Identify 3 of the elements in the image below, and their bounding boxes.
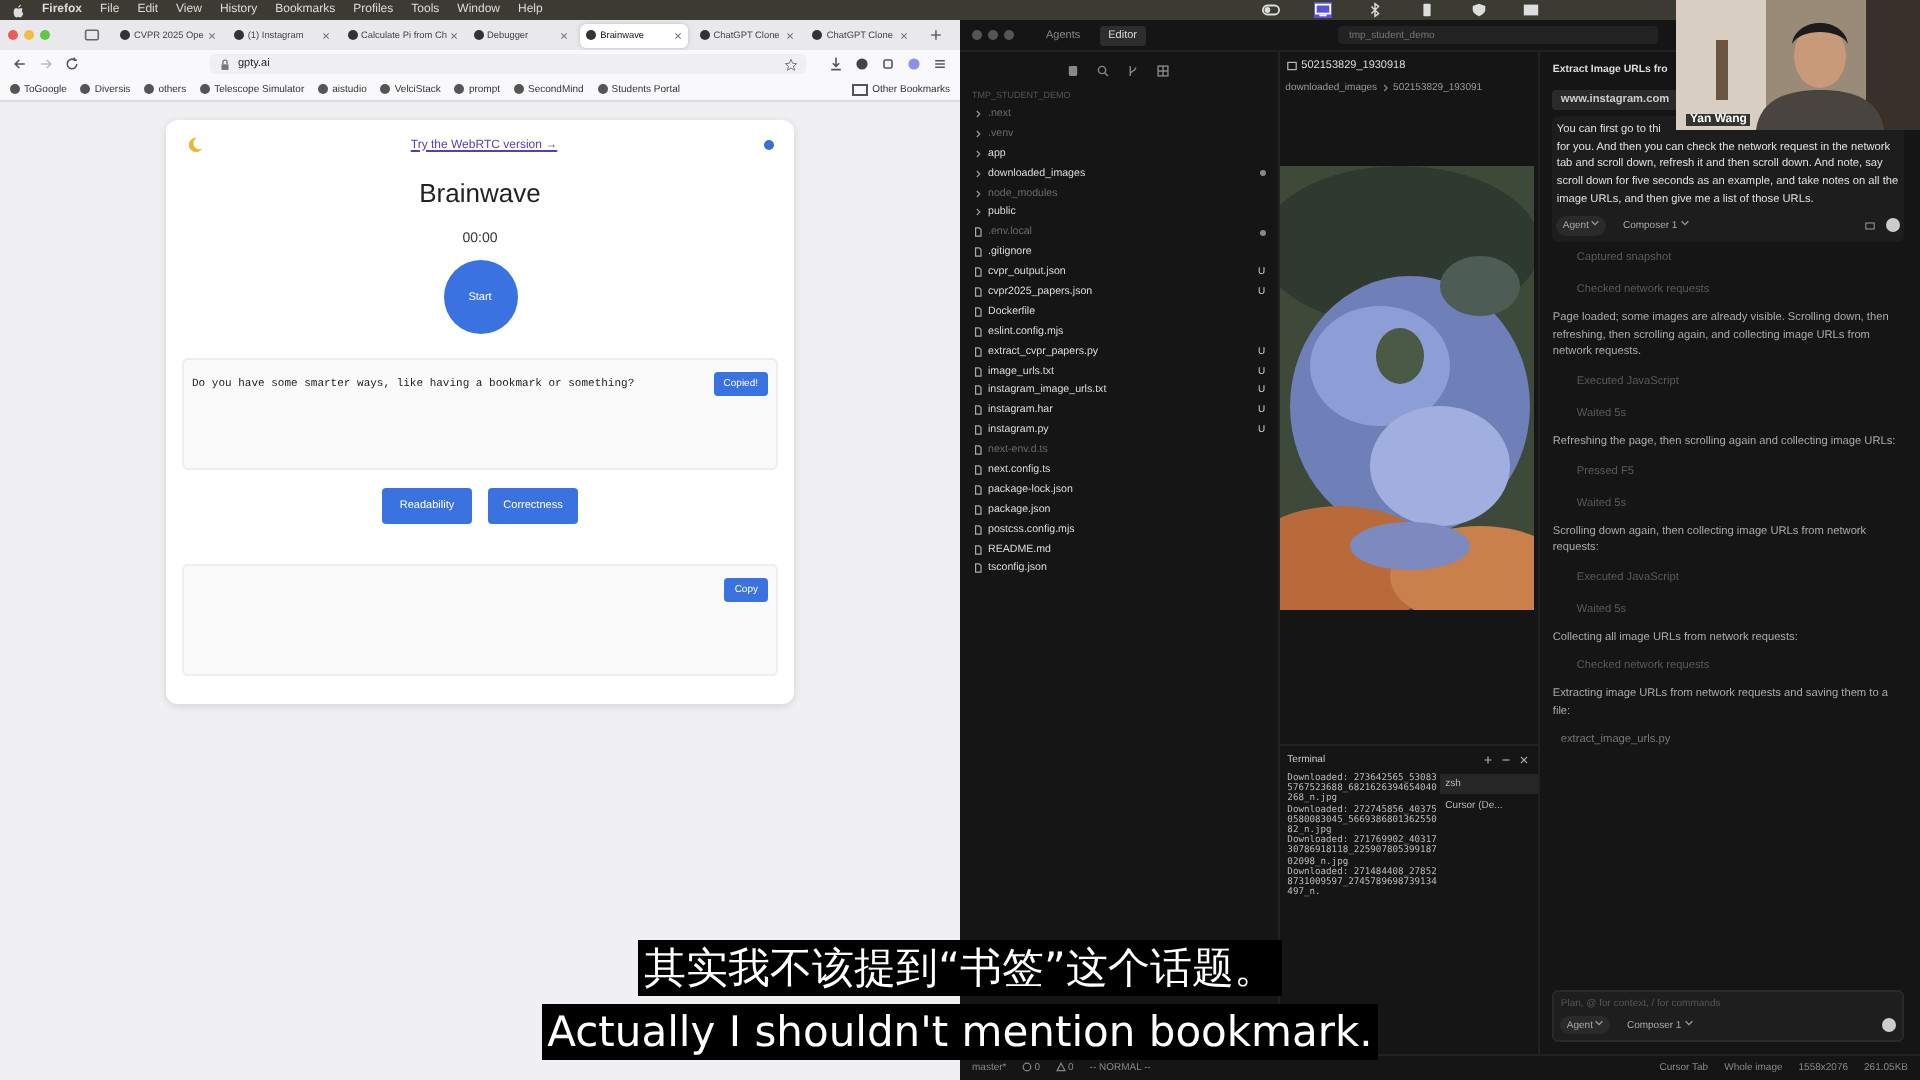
- app-title: Brainwave: [419, 178, 541, 208]
- subtitle: 其实我不该提到“书签”这个话题。: [638, 940, 1282, 996]
- subtitle: Actually I shouldn't mention bookmark.: [541, 1004, 1379, 1060]
